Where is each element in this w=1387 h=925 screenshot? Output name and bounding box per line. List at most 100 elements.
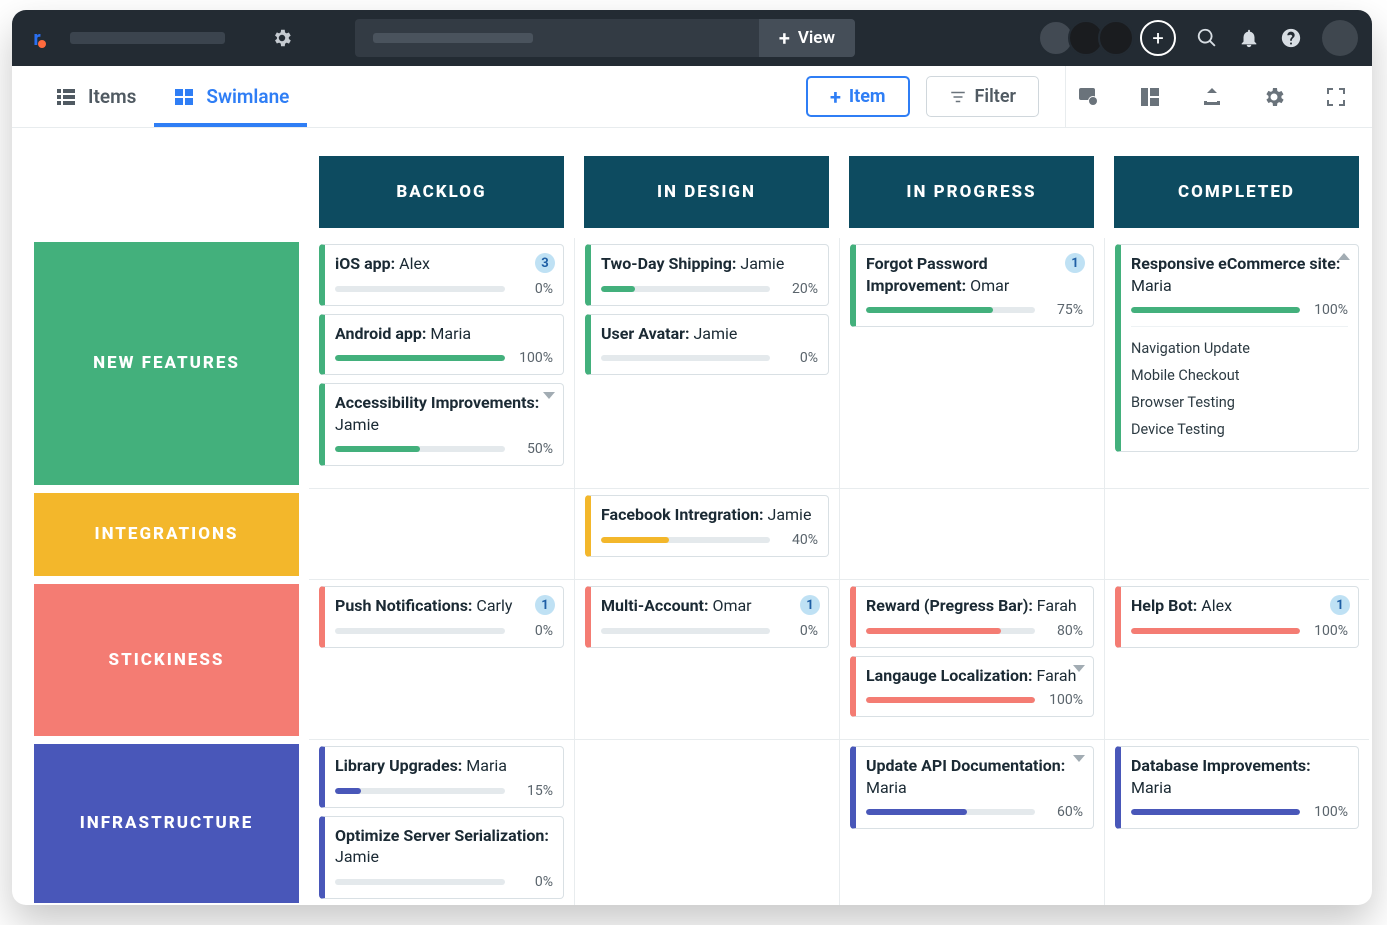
tab-items[interactable]: Items bbox=[36, 66, 154, 127]
help-icon[interactable] bbox=[1280, 27, 1302, 49]
cell-stickiness-backlog: Push Notifications: Carly0%1 bbox=[309, 580, 574, 740]
card-title: Database Improvements: Maria bbox=[1131, 755, 1348, 798]
lane-label-new_features[interactable]: NEW FEATURES bbox=[34, 242, 299, 485]
workspace-title[interactable] bbox=[70, 32, 225, 44]
card[interactable]: Help Bot: Alex100%1 bbox=[1115, 586, 1359, 648]
card[interactable]: Forgot Password Improvement: Omar75%1 bbox=[850, 244, 1094, 327]
cell-integrations-backlog bbox=[309, 489, 574, 580]
bell-icon[interactable] bbox=[1238, 27, 1260, 49]
card-progress: 0% bbox=[515, 281, 553, 297]
settings-icon[interactable] bbox=[271, 27, 293, 49]
export-icon[interactable] bbox=[1200, 85, 1224, 109]
card[interactable]: Database Improvements: Maria 100% bbox=[1115, 746, 1359, 829]
card-progress: 100% bbox=[1045, 692, 1083, 708]
lane-label-infrastructure[interactable]: INFRASTRUCTURE bbox=[34, 744, 299, 903]
card-progress: 100% bbox=[1310, 623, 1348, 639]
card[interactable]: Reward (Pregress Bar): Farah 80% bbox=[850, 586, 1094, 648]
card-title: Update API Documentation: Maria bbox=[866, 755, 1083, 798]
app-logo[interactable]: r bbox=[26, 23, 56, 53]
lane-label-stickiness[interactable]: STICKINESS bbox=[34, 584, 299, 736]
card[interactable]: iOS app: Alex 0% 3 bbox=[319, 244, 564, 306]
card-progress: 15% bbox=[515, 783, 553, 799]
card[interactable]: Multi-Account: Omar 0% 1 bbox=[585, 586, 829, 648]
card-title: Langauge Localization: Farah bbox=[866, 665, 1083, 687]
card-progress: 100% bbox=[1310, 804, 1348, 820]
cell-integrations-in_design: Facebook Intregration: Jamie40% bbox=[574, 489, 839, 580]
card-title: Forgot Password Improvement: Omar bbox=[866, 253, 1083, 296]
card[interactable]: User Avatar: Jamie 0% bbox=[585, 314, 829, 376]
card-progress: 60% bbox=[1045, 804, 1083, 820]
avatar[interactable] bbox=[1098, 20, 1134, 56]
card-badge: 3 bbox=[535, 253, 555, 273]
card[interactable]: Facebook Intregration: Jamie40% bbox=[585, 495, 829, 557]
card-progress: 0% bbox=[780, 623, 818, 639]
cell-new_features-completed: Responsive eCommerce site: Maria100%Navi… bbox=[1104, 238, 1369, 489]
avatar-group[interactable]: + bbox=[1038, 20, 1176, 56]
chevron-up-icon[interactable] bbox=[1338, 253, 1350, 260]
card-badge: 1 bbox=[535, 595, 555, 615]
column-header-completed: COMPLETED bbox=[1114, 156, 1359, 228]
subitem[interactable]: Mobile Checkout bbox=[1131, 362, 1348, 389]
card[interactable]: Accessibility Improvements: Jamie50% bbox=[319, 383, 564, 466]
cell-stickiness-in_design: Multi-Account: Omar 0% 1 bbox=[574, 580, 839, 740]
card[interactable]: Langauge Localization: Farah 100% bbox=[850, 656, 1094, 718]
card-title: Optimize Server Serialization: Jamie bbox=[335, 825, 553, 868]
filter-button[interactable]: Filter bbox=[926, 76, 1039, 117]
cell-infrastructure-backlog: Library Upgrades: Maria 15% Optimize Serve… bbox=[309, 740, 574, 905]
tab-items-label: Items bbox=[88, 85, 136, 108]
card[interactable]: Push Notifications: Carly0%1 bbox=[319, 586, 564, 648]
chevron-down-icon[interactable] bbox=[543, 392, 555, 399]
card-title: User Avatar: Jamie bbox=[601, 323, 818, 345]
card-title: Library Upgrades: Maria bbox=[335, 755, 553, 777]
card-progress: 100% bbox=[515, 350, 553, 366]
gear-icon[interactable] bbox=[1262, 85, 1286, 109]
add-view-label: View bbox=[798, 28, 835, 48]
card-subitems: Navigation UpdateMobile CheckoutBrowser … bbox=[1131, 326, 1348, 443]
card-title: Reward (Pregress Bar): Farah bbox=[866, 595, 1083, 617]
subitem[interactable]: Device Testing bbox=[1131, 416, 1348, 443]
column-header-inprogress: IN PROGRESS bbox=[849, 156, 1094, 228]
card-progress: 20% bbox=[780, 281, 818, 297]
card[interactable]: Android app: Maria 100% bbox=[319, 314, 564, 376]
card[interactable]: Optimize Server Serialization: Jamie 0% bbox=[319, 816, 564, 899]
search-icon[interactable] bbox=[1196, 27, 1218, 49]
card-progress: 0% bbox=[780, 350, 818, 366]
card-progress: 0% bbox=[515, 874, 553, 890]
column-header-indesign: IN DESIGN bbox=[584, 156, 829, 228]
card-title: Facebook Intregration: Jamie bbox=[601, 504, 818, 526]
cell-integrations-completed bbox=[1104, 489, 1369, 580]
subitem[interactable]: Browser Testing bbox=[1131, 389, 1348, 416]
card-title: Help Bot: Alex bbox=[1131, 595, 1348, 617]
card[interactable]: Library Upgrades: Maria 15% bbox=[319, 746, 564, 808]
card[interactable]: Responsive eCommerce site: Maria100%Navi… bbox=[1115, 244, 1359, 452]
chevron-down-icon[interactable] bbox=[1073, 665, 1085, 672]
add-item-label: Item bbox=[849, 86, 886, 107]
tab-swimlane[interactable]: Swimlane bbox=[154, 66, 307, 127]
card[interactable]: Update API Documentation: Maria 60% bbox=[850, 746, 1094, 829]
expand-icon[interactable] bbox=[1324, 85, 1348, 109]
card-badge: 1 bbox=[800, 595, 820, 615]
card-title: Responsive eCommerce site: Maria bbox=[1131, 253, 1348, 296]
card-title: Android app: Maria bbox=[335, 323, 553, 345]
lane-label-integrations[interactable]: INTEGRATIONS bbox=[34, 493, 299, 576]
add-item-button[interactable]: + Item bbox=[806, 76, 910, 117]
current-user-avatar[interactable] bbox=[1322, 20, 1358, 56]
card[interactable]: Two-Day Shipping: Jamie20% bbox=[585, 244, 829, 306]
subitem[interactable]: Navigation Update bbox=[1131, 335, 1348, 362]
card-progress: 0% bbox=[515, 623, 553, 639]
layout-icon[interactable] bbox=[1138, 85, 1162, 109]
link-icon[interactable] bbox=[1076, 85, 1100, 109]
cell-new_features-in_progress: Forgot Password Improvement: Omar75%1 bbox=[839, 238, 1104, 489]
card-progress: 80% bbox=[1045, 623, 1083, 639]
cell-integrations-in_progress bbox=[839, 489, 1104, 580]
view-toolbar: Items Swimlane + Item Filter bbox=[12, 66, 1372, 128]
chevron-down-icon[interactable] bbox=[1073, 755, 1085, 762]
add-member-button[interactable]: + bbox=[1140, 20, 1176, 56]
swimlane-board: BACKLOG IN DESIGN IN PROGRESS COMPLETED … bbox=[12, 128, 1372, 905]
cell-infrastructure-in_progress: Update API Documentation: Maria 60% bbox=[839, 740, 1104, 905]
cell-infrastructure-completed: Database Improvements: Maria 100% bbox=[1104, 740, 1369, 905]
card-title: Multi-Account: Omar bbox=[601, 595, 818, 617]
add-view-button[interactable]: + View bbox=[759, 19, 855, 57]
card-title: iOS app: Alex bbox=[335, 253, 553, 275]
search-bar[interactable]: + View bbox=[355, 19, 855, 57]
